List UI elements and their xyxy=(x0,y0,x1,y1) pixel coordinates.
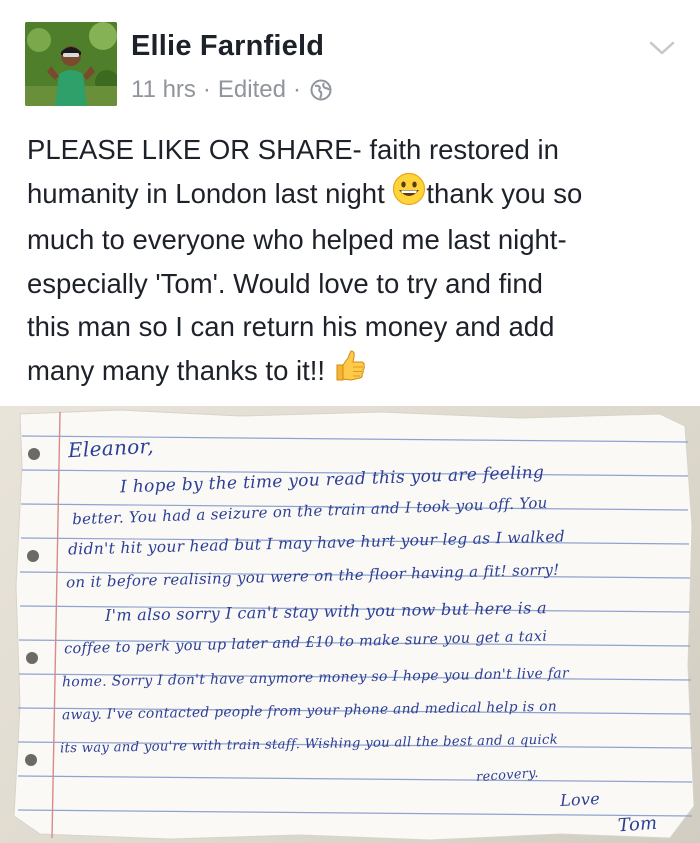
post-timestamp[interactable]: 11 hrs xyxy=(131,76,196,104)
note-line: Eleanor, xyxy=(67,433,155,463)
thumbs-up-icon xyxy=(333,349,367,396)
meta-separator: · xyxy=(202,76,211,103)
post-text-line: humanity in London last night thank you … xyxy=(27,172,687,219)
post-text-line: PLEASE LIKE OR SHARE- faith restored in xyxy=(27,134,559,165)
post-text: PLEASE LIKE OR SHARE- faith restored in … xyxy=(27,128,687,396)
post-text-line: much to everyone who helped me last nigh… xyxy=(27,224,567,256)
edited-label[interactable]: Edited xyxy=(218,76,286,104)
author-name[interactable]: Ellie Farnfield xyxy=(131,30,324,63)
post-text-line: many many thanks to it!! xyxy=(27,349,687,396)
note-signature: Tom xyxy=(617,812,659,837)
post-header: Ellie Farnfield 11 hrs · Edited · xyxy=(0,0,700,120)
post-photo[interactable]: Eleanor, I hope by the time you read thi… xyxy=(0,406,700,843)
note-line: Love xyxy=(559,788,601,811)
post-text-line: especially 'Tom'. Would love to try and … xyxy=(27,267,543,299)
post-text-segment: thank you so xyxy=(426,177,583,209)
post-text-segment: humanity in London last night xyxy=(27,177,385,209)
grinning-face-icon xyxy=(392,172,426,219)
post-text-line: this man so I can return his money and a… xyxy=(27,311,555,343)
chevron-down-icon[interactable] xyxy=(649,40,675,56)
post-meta: 11 hrs · Edited · xyxy=(131,76,332,104)
avatar[interactable] xyxy=(25,22,117,106)
globe-icon[interactable] xyxy=(310,79,332,101)
post-text-segment: many many thanks to it!! xyxy=(27,354,326,386)
meta-separator: · xyxy=(292,76,301,103)
